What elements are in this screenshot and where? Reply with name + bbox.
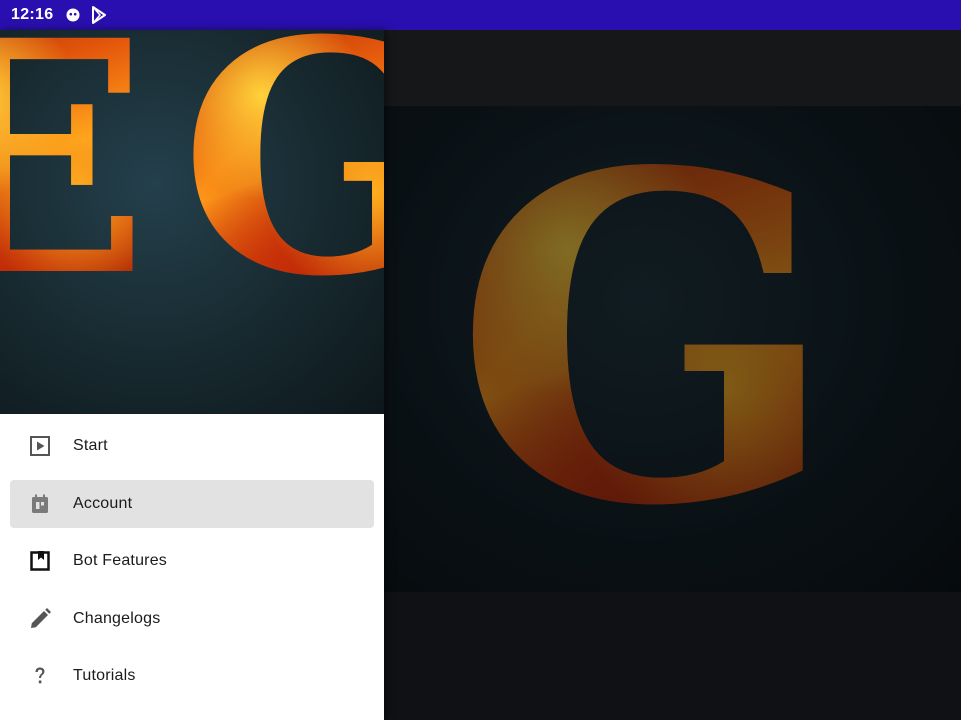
app-toolbar [384, 30, 961, 106]
drawer-item-account[interactable]: Account [10, 479, 374, 528]
drawer-item-label: Bot Features [73, 552, 168, 569]
features-icon [28, 549, 52, 573]
drawer-menu: Start Account Bot Features Changelogs Tu [0, 422, 384, 710]
drawer-item-start[interactable]: Start [10, 422, 374, 470]
header-logo-g: G [180, 30, 384, 320]
drawer-item-label: Start [73, 437, 108, 454]
account-box-icon [28, 492, 52, 516]
drawer-item-bot-features[interactable]: Bot Features [10, 537, 374, 585]
status-time: 12:16 [11, 6, 54, 23]
pencil-icon [28, 607, 52, 631]
header-logo-e: E [0, 30, 149, 320]
drawer-item-label: Tutorials [73, 667, 136, 684]
play-store-icon [91, 6, 107, 24]
drawer-item-label: Account [73, 494, 133, 512]
main-content: E G [384, 30, 961, 720]
status-bar: 12:16 [0, 0, 961, 30]
question-icon [28, 664, 52, 688]
drawer-item-changelogs[interactable]: Changelogs [10, 595, 374, 643]
drawer-header-logo: E G [0, 30, 384, 414]
android-debug-icon [65, 7, 81, 23]
drawer-item-tutorials[interactable]: Tutorials [10, 652, 374, 700]
play-box-icon [28, 434, 52, 458]
hero-banner: E G [384, 106, 961, 592]
drawer-item-label: Changelogs [73, 609, 161, 627]
navigation-drawer: E G Start Account Bot Features Changelog… [0, 30, 384, 720]
